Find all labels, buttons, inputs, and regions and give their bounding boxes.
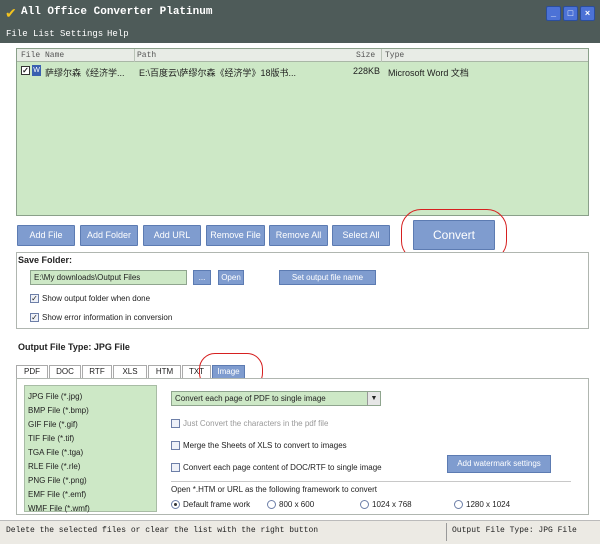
format-item-jpg[interactable]: JPG File (*.jpg) [28,392,82,401]
save-folder-title: Save Folder: [18,255,73,265]
status-hint: Delete the selected files or clear the l… [6,526,319,535]
convert-doc-pages-option[interactable]: Convert each page content of DOC/RTF to … [171,463,382,473]
framework-default-label: Default frame work [183,500,251,509]
status-bar: Delete the selected files or clear the l… [0,520,600,544]
file-list[interactable]: File Name Path Size Type ✓ W 萨缪尔森《经济学...… [16,48,589,216]
just-convert-chars-checkbox[interactable] [171,419,180,429]
tab-rtf[interactable]: RTF [82,365,112,378]
merge-xls-label: Merge the Sheets of XLS to convert to im… [183,441,347,450]
column-header-type[interactable]: Type [385,50,404,62]
merge-xls-option[interactable]: Merge the Sheets of XLS to convert to im… [171,441,347,451]
show-error-info-label: Show error information in conversion [42,313,173,322]
framework-default-radio[interactable] [171,500,180,510]
framework-1280-label: 1280 x 1024 [466,500,511,509]
output-file-type-label: Output File Type: JPG File [18,342,130,352]
open-htm-label: Open *.HTM or URL as the following frame… [171,485,378,494]
tab-xls[interactable]: XLS [113,365,147,378]
format-item-png[interactable]: PNG File (*.png) [28,476,87,485]
framework-800-option[interactable]: 800 x 600 [267,500,315,510]
menu-help[interactable]: Help [107,29,129,39]
remove-file-button[interactable]: Remove File [206,225,265,246]
tab-doc[interactable]: DOC [49,365,81,378]
column-header-file-name[interactable]: File Name [21,50,64,62]
column-separator[interactable] [134,49,135,62]
menu-bar: File List Settings Help [0,26,600,43]
framework-1280-option[interactable]: 1280 x 1024 [454,500,511,510]
framework-1024-label: 1024 x 768 [372,500,412,509]
cell-size: 228KB [353,66,381,76]
maximize-button[interactable]: □ [563,6,578,21]
set-output-name-button[interactable]: Set output file name [279,270,376,285]
image-tab-panel: JPG File (*.jpg) BMP File (*.bmp) GIF Fi… [16,378,589,515]
table-row[interactable]: ✓ W 萨缪尔森《经济学... E:\百度云\萨缪尔森《经济学》18版书... … [17,64,588,78]
tab-htm[interactable]: HTM [148,365,181,378]
framework-1024-radio[interactable] [360,500,369,510]
format-item-tga[interactable]: TGA File (*.tga) [28,448,83,457]
status-output-type: Output File Type: JPG File [452,526,577,535]
list-header: File Name Path Size Type [17,49,588,62]
add-watermark-button[interactable]: Add watermark settings [447,455,551,473]
browse-button[interactable]: ... [193,270,211,285]
pdf-image-mode-select[interactable]: Convert each page of PDF to single image… [171,391,381,406]
save-folder-group: Save Folder: E:\My downloads\Output File… [16,252,589,329]
framework-1024-option[interactable]: 1024 x 768 [360,500,412,510]
image-format-list[interactable]: JPG File (*.jpg) BMP File (*.bmp) GIF Fi… [24,385,157,513]
close-button[interactable]: × [580,6,595,21]
add-folder-button[interactable]: Add Folder [80,225,138,246]
open-folder-button[interactable]: Open [218,270,244,285]
tab-pdf[interactable]: PDF [16,365,48,378]
convert-doc-pages-checkbox[interactable] [171,463,180,473]
show-output-folder-option[interactable]: ✓ Show output folder when done [30,294,151,304]
add-file-button[interactable]: Add File [17,225,75,246]
minimize-button[interactable]: _ [546,6,561,21]
show-output-folder-label: Show output folder when done [42,294,151,303]
show-error-info-checkbox[interactable]: ✓ [30,313,39,323]
format-item-gif[interactable]: GIF File (*.gif) [28,420,78,429]
show-error-info-option[interactable]: ✓ Show error information in conversion [30,313,173,323]
column-header-path[interactable]: Path [137,50,156,62]
format-item-bmp[interactable]: BMP File (*.bmp) [28,406,89,415]
title-bar: ✔ All Office Converter Platinum _ □ × [0,0,600,26]
chevron-down-icon[interactable]: ▼ [367,392,380,405]
row-checkbox[interactable]: ✓ [21,66,30,75]
format-item-rle[interactable]: RLE File (*.rle) [28,462,80,471]
format-item-wmf[interactable]: WMF File (*.wmf) [28,504,90,513]
framework-800-radio[interactable] [267,500,276,510]
add-url-button[interactable]: Add URL [143,225,201,246]
app-logo-icon: ✔ [5,5,17,21]
cell-path: E:\百度云\萨缪尔森《经济学》18版书... [139,68,297,78]
output-path-input[interactable]: E:\My downloads\Output Files [30,270,187,285]
menu-list[interactable]: List [33,29,55,39]
format-item-emf[interactable]: EMF File (*.emf) [28,490,86,499]
divider [171,481,571,482]
framework-1280-radio[interactable] [454,500,463,510]
cell-type: Microsoft Word 文档 [388,68,469,78]
menu-settings[interactable]: Settings [60,29,103,39]
convert-doc-pages-label: Convert each page content of DOC/RTF to … [183,463,382,472]
remove-all-button[interactable]: Remove All [269,225,328,246]
format-item-tif[interactable]: TIF File (*.tif) [28,434,74,443]
merge-xls-checkbox[interactable] [171,441,180,451]
cell-file-name: 萨缪尔森《经济学... [45,68,125,78]
menu-file[interactable]: File [6,29,28,39]
window-title: All Office Converter Platinum [21,6,213,18]
column-header-size[interactable]: Size [356,50,375,62]
select-all-button[interactable]: Select All [332,225,390,246]
pdf-image-mode-value: Convert each page of PDF to single image [175,394,326,403]
word-doc-icon: W [32,65,41,76]
status-divider [446,523,447,541]
just-convert-chars-option[interactable]: Just Convert the characters in the pdf f… [171,419,329,429]
column-separator[interactable] [381,49,382,62]
framework-800-label: 800 x 600 [279,500,315,509]
just-convert-chars-label: Just Convert the characters in the pdf f… [183,419,329,428]
framework-default-option[interactable]: Default frame work [171,500,251,510]
show-output-folder-checkbox[interactable]: ✓ [30,294,39,304]
